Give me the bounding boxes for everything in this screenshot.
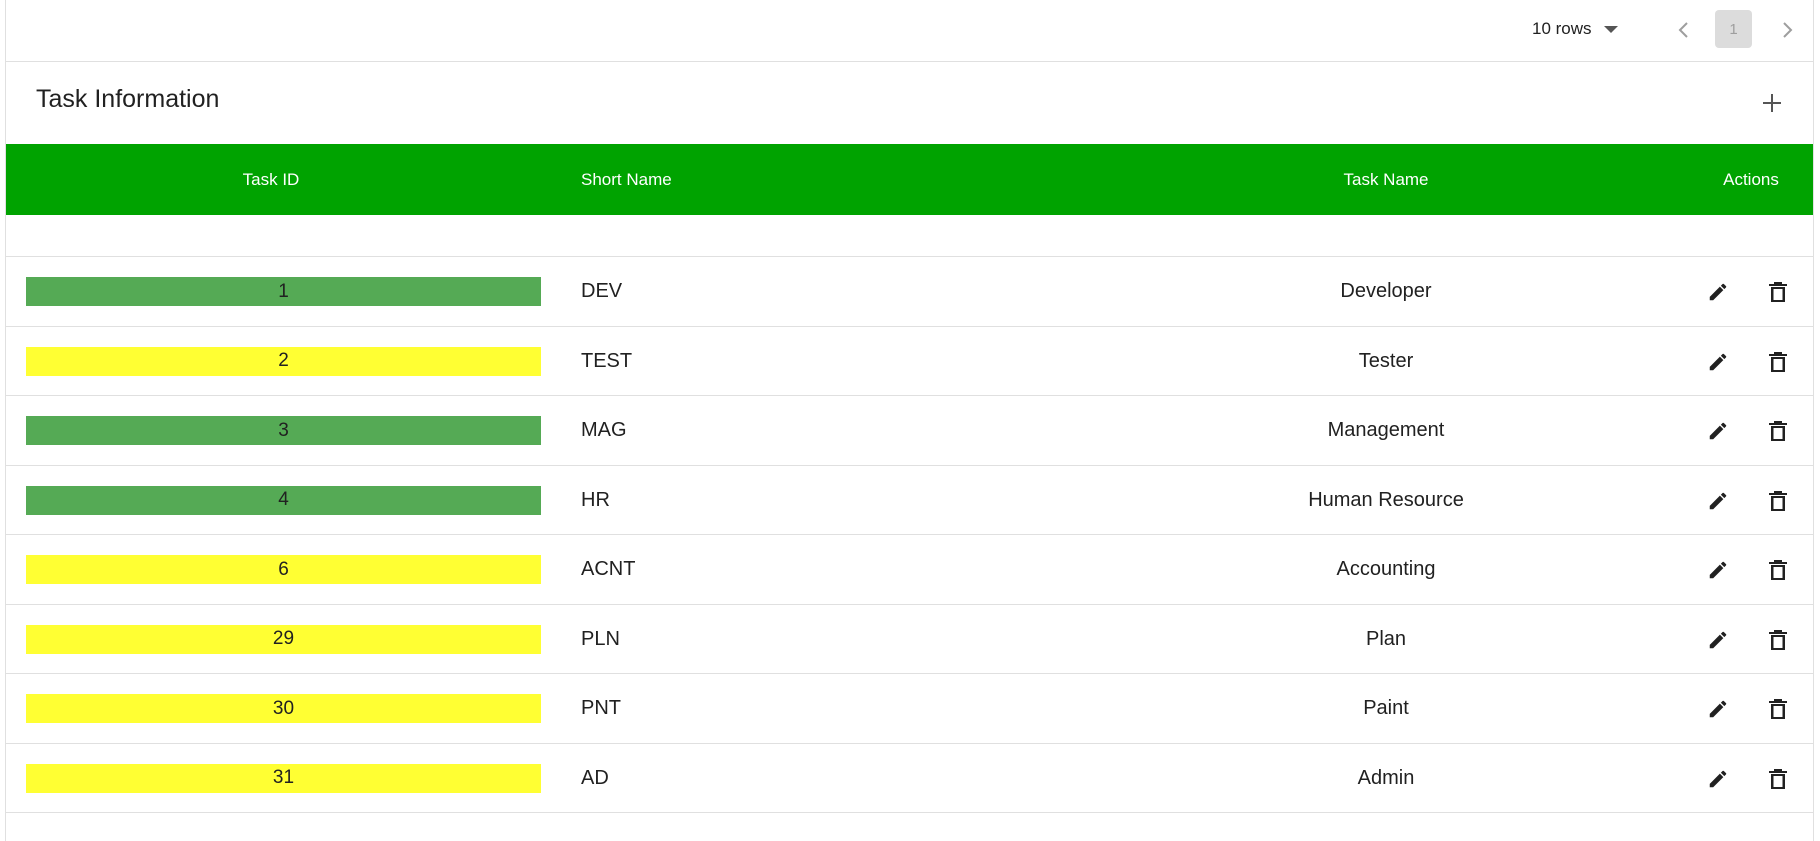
task-id-cell: 30 [26,694,541,723]
delete-icon[interactable] [1763,347,1793,377]
delete-icon[interactable] [1763,764,1793,794]
task-id-cell: 2 [26,346,541,376]
page-number-button[interactable]: 1 [1715,10,1752,48]
task-name-cell: Paint [1363,697,1409,719]
rows-per-page-label: 10 rows [1532,19,1592,38]
chevron-right-icon[interactable] [1774,16,1802,44]
delete-icon[interactable] [1763,277,1793,307]
task-name-cell: Admin [1357,766,1415,789]
task-id-cell: 3 [26,416,541,445]
table-row[interactable]: 3 MAG Management [6,396,1813,466]
pagination-bar: 10 rows 1 [6,0,1813,62]
delete-icon[interactable] [1763,694,1793,724]
task-name-cell: Developer [1340,280,1432,302]
table-row[interactable]: 2 TEST Tester [6,327,1813,396]
short-name-cell: TEST [581,349,633,372]
chevron-left-icon[interactable] [1669,16,1697,44]
short-name-cell: HR [581,488,610,511]
column-header-short-name[interactable]: Short Name [581,144,881,215]
rows-per-page-select[interactable]: 10 rows [1532,16,1618,42]
edit-icon[interactable] [1703,764,1733,794]
task-name-cell: Accounting [1336,558,1436,580]
column-header-actions: Actions [1723,169,1779,189]
delete-icon[interactable] [1763,555,1793,585]
table-row[interactable]: 30 PNT Paint [6,674,1813,744]
table-title-bar: Task Information [6,63,1813,143]
table-row[interactable]: 29 PLN Plan [6,605,1813,674]
edit-icon[interactable] [1703,277,1733,307]
column-header-task-name[interactable]: Task Name [1186,144,1586,215]
filter-row [6,215,1813,257]
task-id-cell: 1 [26,277,541,306]
add-task-button[interactable] [1756,87,1788,119]
table-row[interactable]: 1 DEV Developer [6,257,1813,327]
table-row[interactable]: 31 AD Admin [6,744,1813,813]
table-header: Task ID Short Name Task Name Actions [6,144,1813,215]
short-name-cell: ACNT [581,558,636,580]
short-name-cell: PNT [581,697,621,719]
short-name-cell: PLN [581,627,620,650]
task-name-cell: Management [1327,419,1445,441]
table-row[interactable]: 4 HR Human Resource [6,466,1813,535]
task-id-cell: 4 [26,485,541,515]
edit-icon[interactable] [1703,625,1733,655]
caret-down-icon [1603,25,1618,33]
task-name-cell: Plan [1365,627,1407,650]
edit-icon[interactable] [1703,694,1733,724]
edit-icon[interactable] [1703,347,1733,377]
task-table-panel: 10 rows 1 Task Information Task ID Short… [5,0,1814,841]
task-id-cell: 29 [26,624,541,654]
edit-icon[interactable] [1703,486,1733,516]
table-row[interactable]: 6 ACNT Accounting [6,535,1813,605]
delete-icon[interactable] [1763,486,1793,516]
delete-icon[interactable] [1763,416,1793,446]
short-name-cell: MAG [581,419,627,441]
task-name-cell: Human Resource [1308,488,1464,511]
short-name-cell: AD [581,766,609,789]
delete-icon[interactable] [1763,625,1793,655]
edit-icon[interactable] [1703,555,1733,585]
task-name-cell: Tester [1358,349,1414,372]
edit-icon[interactable] [1703,416,1733,446]
task-id-cell: 6 [26,555,541,584]
page-title: Task Information [36,85,220,113]
short-name-cell: DEV [581,280,623,302]
column-header-task-id[interactable]: Task ID [6,144,536,215]
plus-icon [1763,94,1781,112]
task-id-cell: 31 [26,763,541,793]
table-body: 1 DEV Developer 2 TEST Tester 3 MAG Management 4 H… [6,257,1813,813]
